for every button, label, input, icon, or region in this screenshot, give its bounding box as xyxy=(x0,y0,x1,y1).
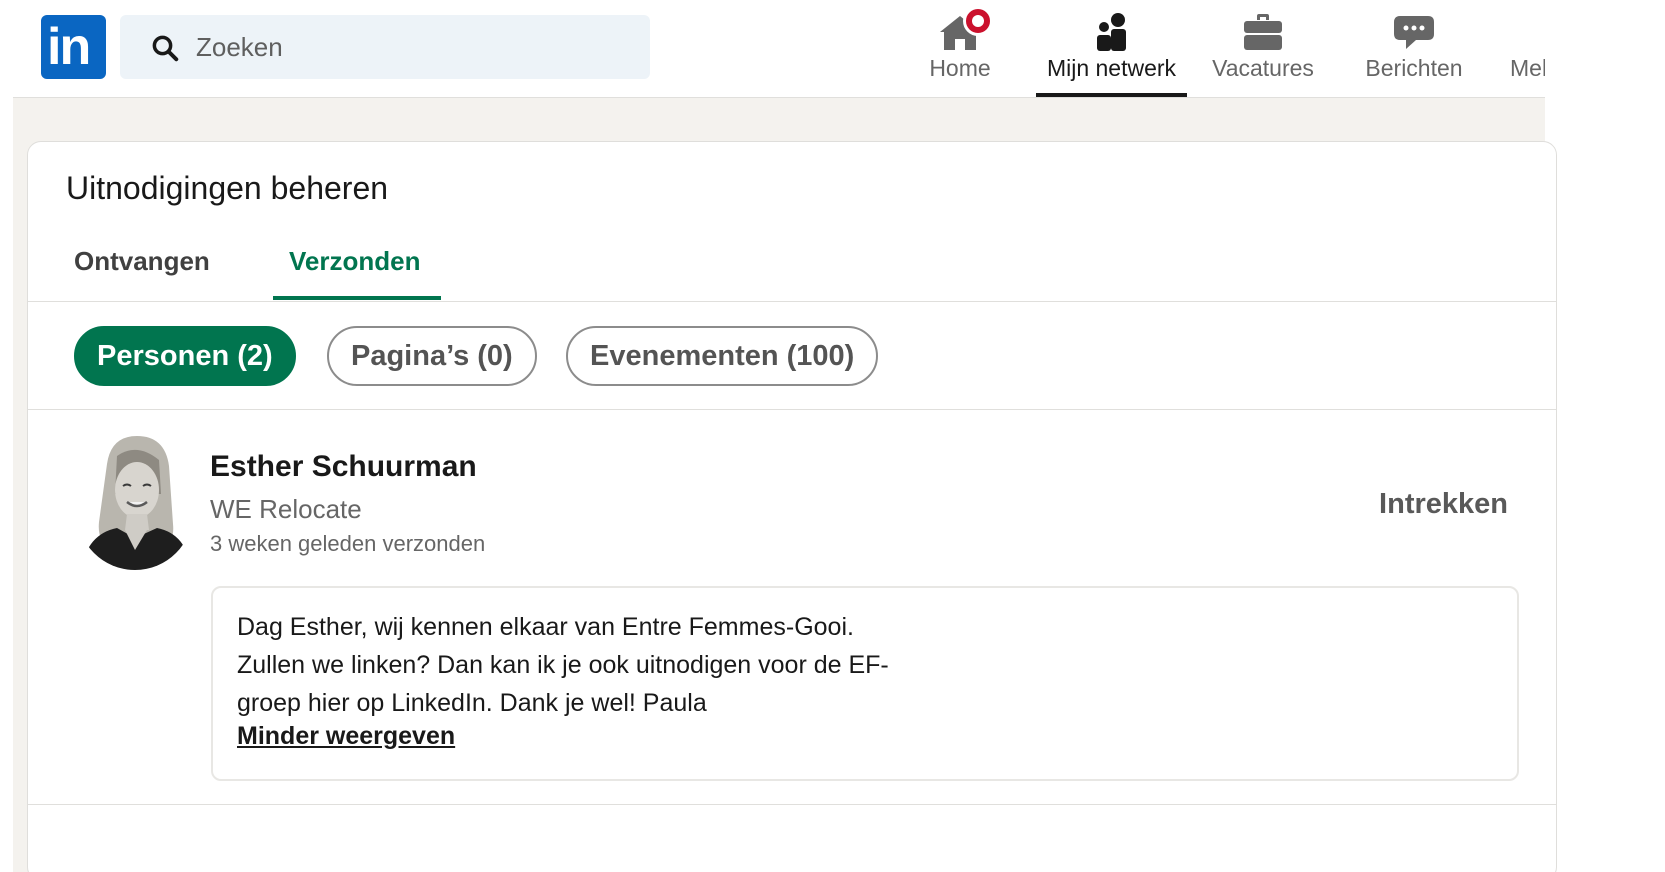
search-icon xyxy=(152,35,179,62)
top-navigation: in Home Mijn netwerk Vacatur xyxy=(0,0,1665,97)
manage-invitations-card: Uitnodigingen beheren Ontvangen Verzonde… xyxy=(27,141,1557,872)
nav-notifications[interactable]: Mel xyxy=(1505,0,1545,97)
list-divider xyxy=(28,804,1556,805)
tabs-divider xyxy=(28,301,1556,302)
filter-people[interactable]: Personen (2) xyxy=(74,326,296,386)
avatar[interactable] xyxy=(77,434,193,570)
nav-my-network-label: Mijn netwerk xyxy=(1046,55,1177,81)
page-title: Uitnodigingen beheren xyxy=(66,170,389,206)
nav-jobs[interactable]: Vacatures xyxy=(1205,0,1321,97)
nav-jobs-label: Vacatures xyxy=(1212,55,1314,81)
message-text: Dag Esther, wij kennen elkaar van Entre … xyxy=(237,613,889,717)
tab-received[interactable]: Ontvangen xyxy=(58,232,256,300)
logo-text: in xyxy=(47,18,91,76)
invitee-company: WE Relocate xyxy=(210,494,362,524)
search-bar[interactable] xyxy=(120,15,650,79)
linkedin-logo[interactable]: in xyxy=(41,15,106,79)
search-input[interactable] xyxy=(196,15,616,79)
filters-divider xyxy=(28,409,1556,410)
people-icon xyxy=(1096,13,1126,51)
nav-notifications-label: Mel xyxy=(1510,55,1545,81)
filter-events[interactable]: Evenementen (100) xyxy=(566,326,879,386)
briefcase-icon xyxy=(1244,14,1282,50)
tab-sent-label: Verzonden xyxy=(289,246,421,276)
invitee-name[interactable]: Esther Schuurman xyxy=(210,450,477,484)
filter-pages[interactable]: Pagina’s (0) xyxy=(327,326,537,386)
tab-received-label: Ontvangen xyxy=(74,246,210,276)
nav-home-label: Home xyxy=(929,55,991,81)
invitation-message: Dag Esther, wij kennen elkaar van Entre … xyxy=(211,586,1519,781)
notification-badge xyxy=(963,6,993,36)
profile-photo xyxy=(77,434,193,570)
show-less-link[interactable]: Minder weergeven xyxy=(237,722,455,751)
message-icon xyxy=(1394,16,1434,49)
nav-messages-label: Berichten xyxy=(1365,55,1463,81)
withdraw-button[interactable]: Intrekken xyxy=(1348,482,1508,526)
active-tab-indicator xyxy=(273,296,441,300)
sent-timestamp: 3 weken geleden verzonden xyxy=(210,531,486,556)
nav-messages[interactable]: Berichten xyxy=(1357,0,1471,97)
nav-my-network[interactable]: Mijn netwerk xyxy=(1036,0,1187,97)
tab-sent[interactable]: Verzonden xyxy=(273,232,441,300)
